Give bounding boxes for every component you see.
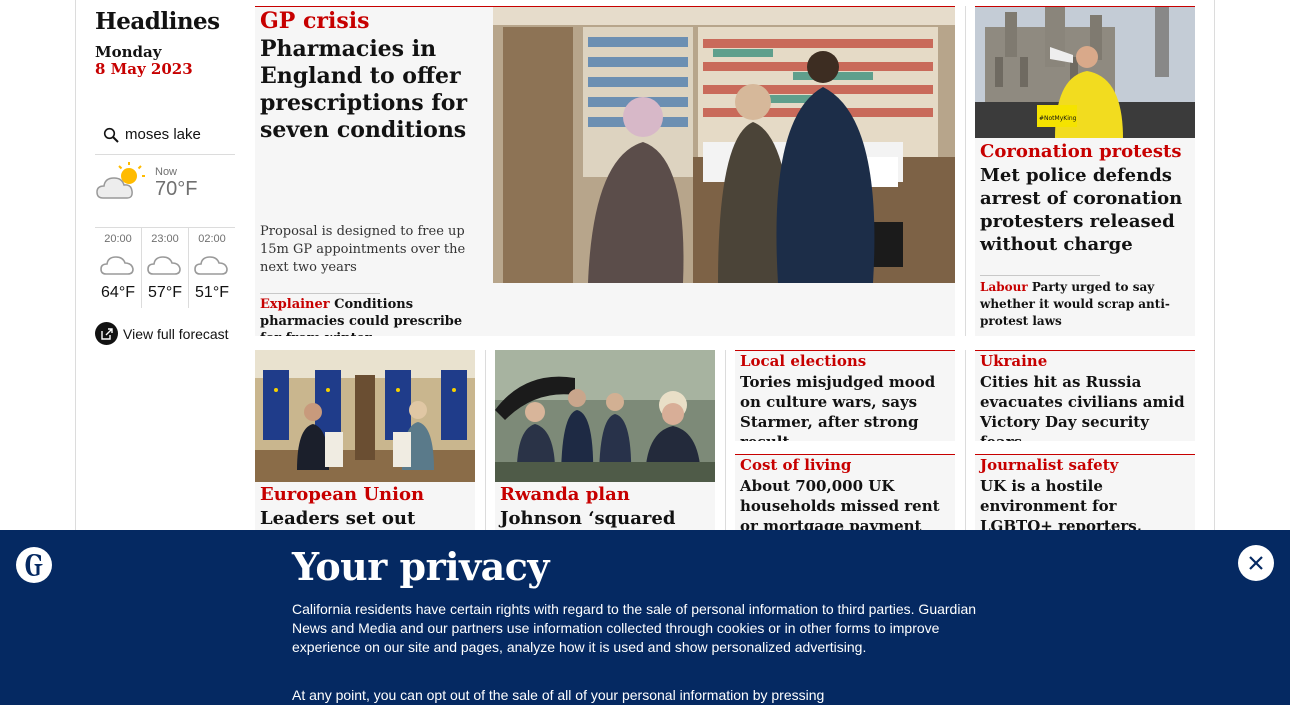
pharmacy-photo[interactable] — [493, 7, 955, 283]
story-standfirst: Proposal is designed to free up 15m GP a… — [260, 224, 466, 275]
story-headline[interactable]: Cities hit as Russia evacuates civilians… — [980, 372, 1192, 441]
story-headline[interactable]: Johnson ‘squared up’ — [500, 507, 712, 530]
sub-story-kicker: Labour — [980, 280, 1028, 294]
cloud-icon — [147, 256, 181, 275]
close-privacy-button[interactable] — [1238, 545, 1274, 581]
rwanda-card[interactable]: Rwanda plan Johnson ‘squared up’ — [495, 350, 715, 530]
close-icon — [1249, 556, 1263, 570]
sub-story-link[interactable]: Explainer Conditions pharmacies could pr… — [260, 296, 482, 336]
weather-location-search[interactable]: moses lake — [95, 118, 235, 155]
full-forecast-link[interactable]: View full forecast — [95, 322, 229, 345]
sub-story-kicker: Explainer — [260, 297, 330, 312]
local-elections-card[interactable]: Local elections Tories misjudged mood on… — [735, 350, 955, 441]
weather-hour-time: 20:00 — [104, 233, 132, 245]
story-headline[interactable]: Pharmacies in England to offer prescript… — [260, 36, 485, 144]
eu-press-photo[interactable] — [255, 350, 475, 482]
coronation-card[interactable]: #NotMyKing Coronation protests Met polic… — [975, 6, 1195, 336]
column-divider — [485, 350, 486, 530]
column-divider — [725, 350, 726, 530]
rwanda-photo[interactable] — [495, 350, 715, 482]
story-headline[interactable]: Tories misjudged mood on culture wars, s… — [740, 372, 952, 441]
weather-hourly: 20:00 64°F 23:00 57°F 02:00 51°F — [95, 228, 235, 308]
privacy-text: California residents have certain rights… — [292, 601, 977, 655]
story-headline[interactable]: Leaders set out hopes — [260, 507, 472, 530]
story-kicker: European Union — [260, 484, 425, 505]
story-headline[interactable]: UK is a hostile environment for LGBTQ+ r… — [980, 476, 1192, 530]
privacy-banner: Your privacy California residents have c… — [0, 530, 1290, 705]
story-kicker: Local elections — [740, 352, 867, 370]
search-icon — [103, 127, 119, 143]
weather-now-label: Now — [155, 166, 178, 178]
weather-hour-temp: 57°F — [148, 284, 182, 301]
weather-hour: 23:00 57°F — [141, 228, 188, 308]
weather-hour: 02:00 51°F — [188, 228, 235, 308]
weather-hour-temp: 64°F — [101, 284, 135, 301]
pharmacy-photo-art — [493, 7, 955, 283]
weather-hour-time: 02:00 — [198, 233, 226, 245]
weather-hour-time: 23:00 — [151, 233, 179, 245]
weather-hour: 20:00 64°F — [95, 228, 141, 308]
story-divider — [260, 293, 380, 294]
story-divider — [980, 275, 1100, 276]
cost-of-living-card[interactable]: Cost of living About 700,000 UK househol… — [735, 454, 955, 530]
cloud-icon — [194, 256, 228, 275]
story-kicker: Rwanda plan — [500, 484, 630, 505]
privacy-title: Your privacy — [292, 544, 550, 589]
story-kicker: Ukraine — [980, 352, 1048, 370]
protest-sign-text: #NotMyKing — [1039, 115, 1077, 122]
guardian-logo-icon — [16, 547, 52, 583]
ukraine-card[interactable]: Ukraine Cities hit as Russia evacuates c… — [975, 350, 1195, 441]
story-kicker: GP crisis — [260, 8, 370, 34]
eu-press-photo-art — [255, 350, 475, 482]
privacy-opt-out-text: At any point, you can opt out of the sal… — [292, 687, 825, 703]
protest-photo[interactable]: #NotMyKing — [975, 7, 1195, 138]
weather-now: Now 70°F — [95, 156, 235, 228]
column-divider — [965, 6, 966, 336]
story-headline[interactable]: Met police defends arrest of coronation … — [980, 164, 1190, 256]
journalist-safety-card[interactable]: Journalist safety UK is a hostile enviro… — [975, 454, 1195, 530]
external-link-icon — [95, 322, 118, 345]
weather-now-temp: 70°F — [155, 178, 198, 200]
story-kicker: Journalist safety — [980, 456, 1119, 474]
story-kicker: Cost of living — [740, 456, 852, 474]
partly-cloudy-icon — [96, 162, 145, 199]
column-divider — [965, 350, 966, 530]
cloud-icon — [100, 256, 134, 275]
section-date: 8 May 2023 — [95, 60, 193, 78]
protest-photo-art: #NotMyKing — [975, 7, 1195, 138]
story-headline[interactable]: About 700,000 UK households missed rent … — [740, 476, 952, 530]
story-kicker: Coronation protests — [980, 141, 1182, 162]
section-day: Monday — [95, 43, 162, 61]
eu-card[interactable]: European Union Leaders set out hopes — [255, 350, 475, 530]
sub-story-link[interactable]: Labour Party urged to say whether it wou… — [980, 279, 1185, 330]
full-forecast-label: View full forecast — [123, 325, 229, 342]
main-story-card[interactable]: GP crisis Pharmacies in England to offer… — [255, 6, 955, 336]
section-title: Headlines — [95, 8, 220, 35]
weather-location-input[interactable]: moses lake — [125, 126, 201, 143]
rwanda-photo-art — [495, 350, 715, 482]
weather-hour-temp: 51°F — [195, 284, 229, 301]
